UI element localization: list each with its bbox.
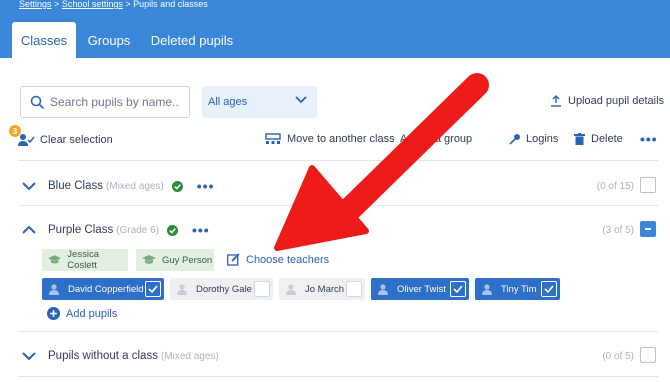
user-icon bbox=[286, 283, 296, 295]
upload-icon bbox=[551, 95, 561, 107]
search-input[interactable] bbox=[50, 95, 180, 109]
check-circle-icon bbox=[167, 224, 178, 236]
pupil-name: David Copperfield bbox=[68, 283, 144, 295]
add-to-group-label: Add to a group bbox=[400, 133, 473, 145]
tab-classes[interactable]: Classes bbox=[12, 22, 76, 58]
chevron-down-icon[interactable] bbox=[22, 181, 36, 191]
breadcrumb: Settings > School settings > Pupils and … bbox=[19, 0, 208, 9]
add-to-group-button[interactable]: Add to a group bbox=[400, 133, 472, 145]
choose-teachers-label: Choose teachers bbox=[246, 253, 330, 266]
teacher-tag: Guy Person bbox=[136, 249, 214, 271]
pupil-name: Oliver Twist bbox=[397, 283, 446, 295]
tab-groups[interactable]: Groups bbox=[82, 22, 136, 58]
class-name: Pupils without a class bbox=[48, 350, 158, 362]
clear-selection-button[interactable]: Clear selection bbox=[17, 133, 113, 147]
chevron-down-icon bbox=[295, 96, 307, 104]
age-filter-value: All ages bbox=[208, 96, 248, 108]
tab-deleted-pupils[interactable]: Deleted pupils bbox=[146, 22, 238, 58]
pupil-checkbox[interactable] bbox=[346, 281, 362, 297]
pupil-tag[interactable]: Jo March bbox=[279, 278, 365, 300]
check-icon bbox=[148, 285, 158, 294]
pupil-name: Tiny Tim bbox=[501, 283, 537, 295]
pupil-checkbox[interactable] bbox=[450, 281, 466, 297]
user-icon bbox=[378, 283, 388, 295]
logins-label: Logins bbox=[526, 133, 559, 145]
add-pupils-button[interactable]: Add pupils bbox=[47, 307, 117, 320]
search-box[interactable] bbox=[20, 86, 190, 118]
class-count: (0 of 15) bbox=[596, 180, 634, 192]
graduation-cap-icon bbox=[142, 255, 156, 264]
check-circle-icon bbox=[171, 180, 183, 192]
divider bbox=[18, 376, 658, 377]
class-count: (3 of 5) bbox=[602, 224, 634, 236]
clear-selection-label: Clear selection bbox=[40, 134, 113, 146]
user-icon bbox=[49, 283, 59, 295]
move-class-label: Move to another class bbox=[287, 133, 395, 145]
breadcrumb-current: Pupils and classes bbox=[133, 0, 208, 9]
move-class-icon bbox=[265, 133, 281, 144]
divider bbox=[18, 205, 658, 206]
chevron-up-icon[interactable] bbox=[22, 225, 36, 235]
choose-teachers-button[interactable]: Choose teachers bbox=[227, 253, 329, 266]
divider bbox=[18, 160, 658, 161]
age-filter-select[interactable]: All ages bbox=[202, 86, 317, 118]
pupil-name: Jo March bbox=[305, 283, 345, 295]
user-icon bbox=[482, 283, 492, 295]
pupil-checkbox[interactable] bbox=[145, 281, 161, 297]
delete-button[interactable]: Delete bbox=[574, 133, 623, 145]
graduation-cap-icon bbox=[48, 255, 62, 264]
pupil-tag[interactable]: Oliver Twist bbox=[371, 278, 469, 300]
teacher-name: Jessica Coslett bbox=[67, 249, 99, 271]
class-options-button[interactable]: ••• bbox=[197, 178, 215, 194]
class-age-label: (Grade 6) bbox=[116, 224, 159, 236]
class-row-unassigned[interactable]: Pupils without a class (Mixed ages) (0 o… bbox=[18, 345, 658, 367]
class-age-label: (Mixed ages) bbox=[105, 180, 164, 192]
pupil-tag[interactable]: David Copperfield bbox=[42, 278, 164, 300]
class-row-purple[interactable]: Purple Class (Grade 6) ••• (3 of 5) bbox=[18, 219, 658, 241]
class-checkbox[interactable] bbox=[640, 177, 656, 193]
class-age-label: (Mixed ages) bbox=[160, 350, 219, 362]
more-options-button[interactable]: ••• bbox=[640, 131, 658, 147]
upload-label: Upload pupil details bbox=[568, 95, 665, 107]
add-pupils-label: Add pupils bbox=[66, 307, 118, 320]
user-check-icon bbox=[18, 134, 35, 146]
pupil-name: Dorothy Gale bbox=[196, 283, 252, 295]
search-icon bbox=[30, 95, 44, 109]
user-icon bbox=[177, 283, 187, 295]
class-count: (0 of 5) bbox=[602, 350, 634, 362]
teacher-tag: Jessica Coslett bbox=[42, 249, 128, 271]
key-icon bbox=[509, 134, 520, 145]
breadcrumb-separator: > bbox=[125, 0, 131, 9]
header-bar: Settings > School settings > Pupils and … bbox=[0, 0, 670, 58]
move-class-button[interactable]: Move to another class bbox=[265, 133, 395, 145]
pupil-tag[interactable]: Tiny Tim bbox=[475, 278, 560, 300]
chevron-down-icon[interactable] bbox=[22, 351, 36, 361]
breadcrumb-separator: > bbox=[54, 0, 60, 9]
edit-icon bbox=[227, 253, 240, 266]
teacher-name: Guy Person bbox=[162, 254, 213, 266]
class-checkbox[interactable] bbox=[640, 347, 656, 363]
trash-icon bbox=[574, 133, 585, 145]
class-checkbox[interactable] bbox=[640, 221, 656, 237]
class-row-blue[interactable]: Blue Class (Mixed ages) ••• (0 of 15) bbox=[18, 175, 658, 197]
breadcrumb-settings[interactable]: Settings bbox=[19, 0, 52, 9]
delete-label: Delete bbox=[591, 133, 623, 145]
class-options-button[interactable]: ••• bbox=[192, 222, 210, 238]
class-name: Purple Class bbox=[48, 224, 114, 236]
pupil-checkbox[interactable] bbox=[254, 281, 270, 297]
check-icon bbox=[544, 285, 554, 294]
pupil-tag[interactable]: Dorothy Gale bbox=[170, 278, 273, 300]
logins-button[interactable]: Logins bbox=[509, 133, 558, 145]
breadcrumb-school-settings[interactable]: School settings bbox=[62, 0, 123, 9]
check-icon bbox=[453, 285, 463, 294]
class-name: Blue Class bbox=[48, 180, 103, 192]
plus-circle-icon bbox=[47, 307, 60, 320]
divider bbox=[18, 331, 658, 332]
pupil-checkbox[interactable] bbox=[541, 281, 557, 297]
upload-pupil-details-button[interactable]: Upload pupil details bbox=[550, 95, 664, 107]
